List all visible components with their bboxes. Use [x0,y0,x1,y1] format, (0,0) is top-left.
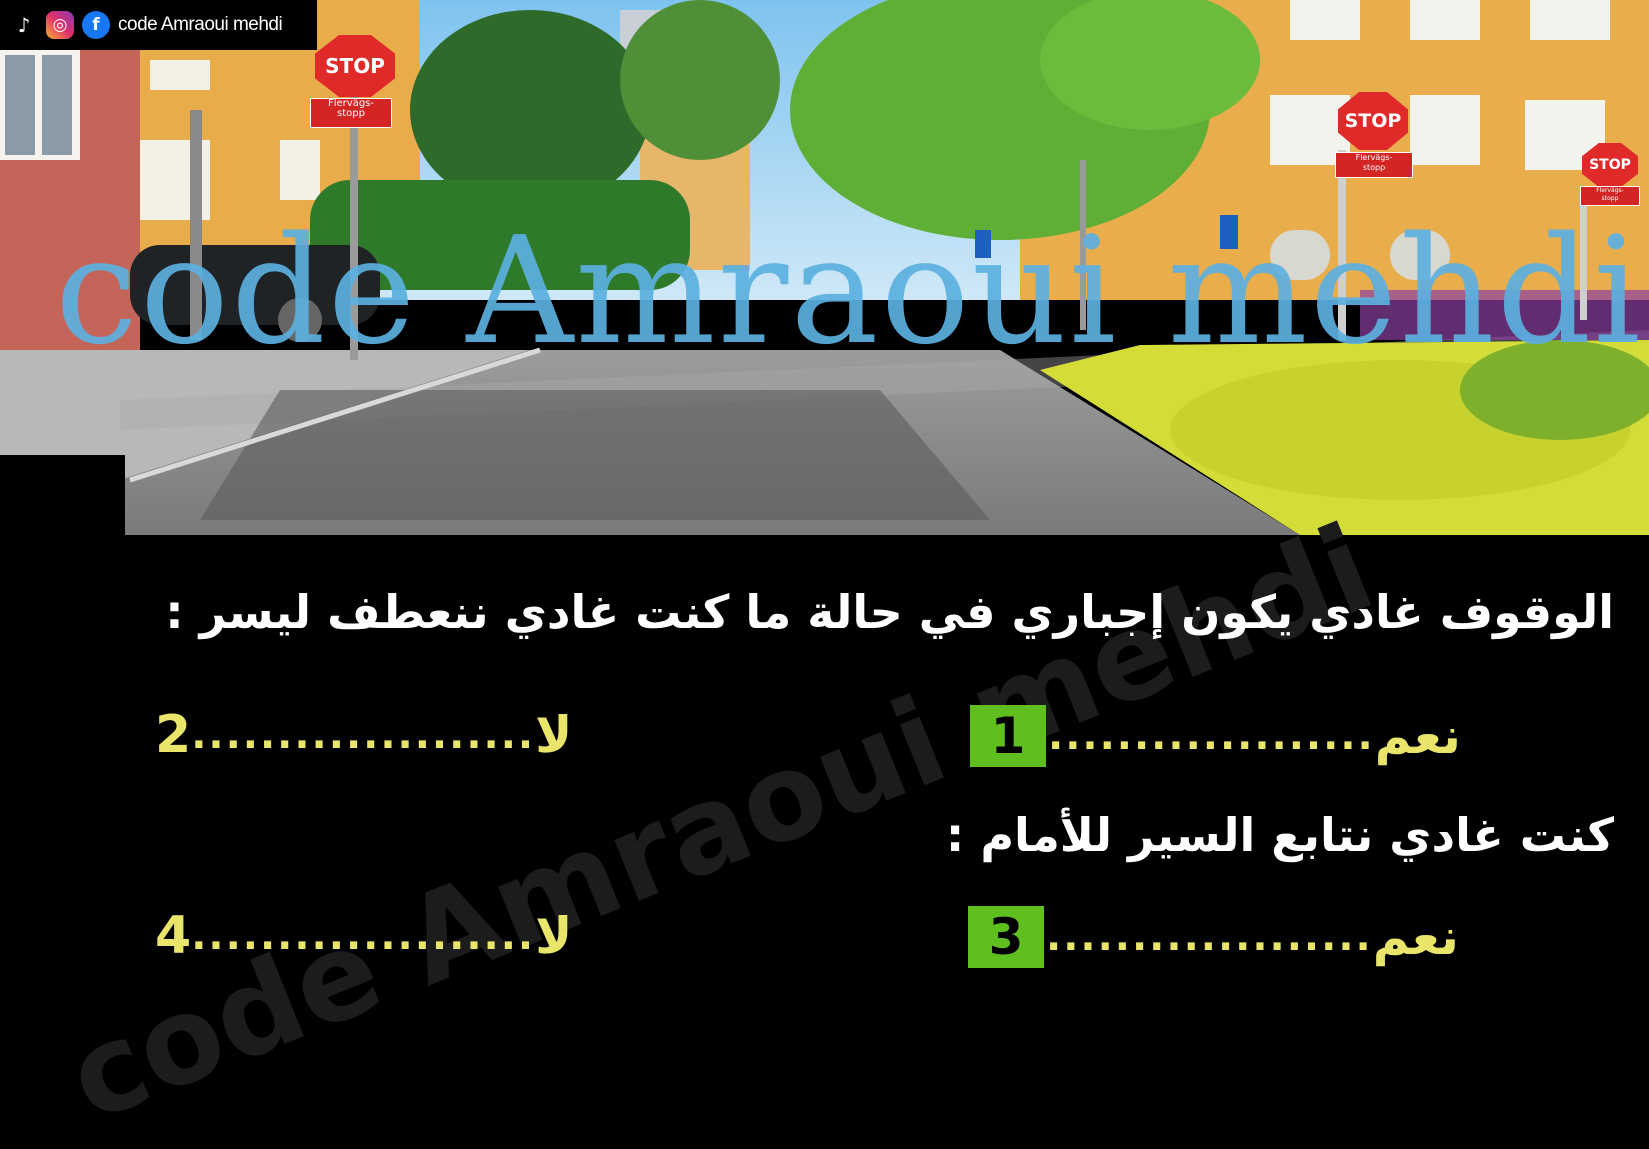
option-1-label: نعم [1374,707,1461,765]
option-4-dots: .................... [191,913,536,959]
facebook-icon[interactable]: f [82,11,110,39]
option-4-number: 4 [155,906,192,966]
stop-plate-left-line2: stopp [337,108,365,119]
option-2-dots: .................... [191,712,536,758]
stop-sign-far-right-text: STOP [1589,157,1631,173]
option-3[interactable]: 3 ................... نعم [968,906,1459,968]
option-3-dots: ................... [1046,914,1373,960]
tiktok-icon[interactable]: ♪ [10,11,38,39]
option-2-label: لا [535,706,573,764]
stop-plate-far-right-line2: stopp [1601,195,1619,202]
question-1-text: الوقوف غادي يكون إجباري في حالة ما كنت غ… [165,585,1614,639]
stop-plate-right: Flervägs- stopp [1335,152,1413,178]
option-3-number: 3 [968,906,1044,968]
street-photo: STOP Flervägs- stopp STOP Flervägs- stop… [0,0,1649,535]
stop-plate-left: Flervägs- stopp [310,98,392,128]
stop-sign-right-text: STOP [1344,110,1402,132]
option-4-label: لا [535,907,573,965]
option-2[interactable]: 2 .................... لا [155,705,572,765]
channel-bar: ♪ ◎ f code Amraoui mehdi [0,0,317,50]
option-2-number: 2 [155,705,192,765]
instagram-icon[interactable]: ◎ [46,11,74,39]
channel-name[interactable]: code Amraoui mehdi [118,14,283,36]
stop-sign-far-right: STOP [1582,143,1638,187]
option-4[interactable]: 4 .................... لا [155,906,572,966]
stop-plate-far-right: Flervägs- stopp [1580,186,1640,206]
stop-sign-left-text: STOP [325,54,385,78]
option-1-dots: ................... [1048,713,1375,759]
option-1-number: 1 [970,705,1046,767]
stop-plate-right-line1: Flervägs- [1355,153,1393,162]
option-3-label: نعم [1372,908,1459,966]
question-2-text: كنت غادي نتابع السير للأمام : [945,808,1614,862]
stop-plate-right-line2: stopp [1362,163,1386,172]
option-1[interactable]: 1 ................... نعم [970,705,1461,767]
stop-plate-far-right-line1: Flervägs- [1596,187,1624,194]
watermark-top: code Amraoui mehdi [55,205,1643,377]
